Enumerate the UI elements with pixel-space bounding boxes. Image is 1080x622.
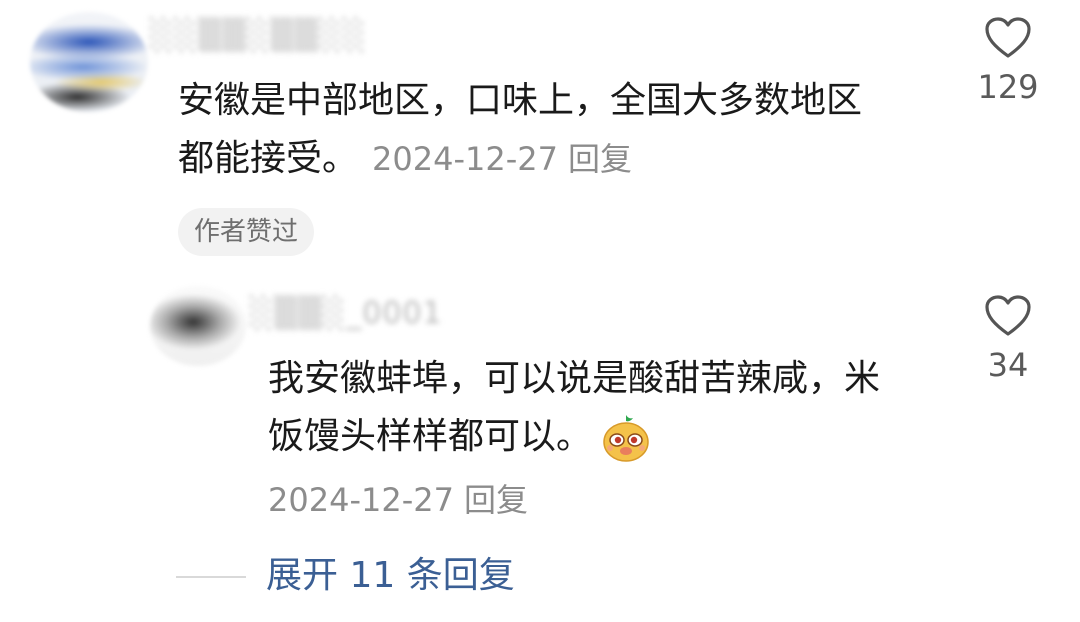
comment-like-button[interactable]: 129 — [973, 16, 1043, 106]
comment-text-line-2-content: 都能接受。 — [178, 138, 359, 179]
heart-outline-icon[interactable] — [984, 16, 1032, 60]
expand-replies-button[interactable]: 展开 11 条回复 — [266, 548, 515, 604]
reply-reply-button[interactable]: 回复 — [464, 481, 528, 519]
comment-reply-button[interactable]: 回复 — [568, 140, 632, 178]
comment-like-count: 129 — [977, 68, 1039, 106]
commenter-name[interactable]: ░░▒▒░▒▒░░ — [150, 18, 367, 53]
reply-meta: 2024-12-27 回复 — [268, 472, 528, 528]
reply-date: 2024-12-27 — [268, 481, 454, 519]
reply-like-count: 34 — [987, 346, 1029, 384]
commenter-avatar[interactable] — [30, 12, 148, 112]
comment-date: 2024-12-27 — [372, 140, 558, 178]
reply-like-button[interactable]: 34 — [973, 294, 1043, 384]
heart-outline-icon[interactable] — [984, 294, 1032, 338]
comment-text-line-2: 都能接受。 2024-12-27 回复 — [178, 130, 862, 188]
comment-thread: ░░▒▒░▒▒░░ 安徽是中部地区，口味上，全国大多数地区 都能接受。 2024-… — [0, 0, 1080, 622]
comment-text-line-1: 安徽是中部地区，口味上，全国大多数地区 — [178, 80, 863, 121]
author-liked-badge: 作者赞过 — [178, 208, 315, 256]
replier-avatar[interactable] — [150, 286, 246, 366]
replier-name[interactable]: ░▒▒░_0001 — [250, 296, 443, 331]
reply-text-line-2-content: 饭馒头样样都可以。 — [268, 416, 593, 457]
reply-text-line-2: 饭馒头样样都可以。 — [268, 408, 880, 466]
comment-body[interactable]: 安徽是中部地区，口味上，全国大多数地区 都能接受。 2024-12-27 回复 — [178, 72, 862, 188]
expand-divider — [176, 576, 246, 578]
reply-body[interactable]: 我安徽蚌埠，可以说是酸甜苦辣咸，米 饭馒头样样都可以。 — [268, 350, 880, 466]
reply-text-line-1: 我安徽蚌埠，可以说是酸甜苦辣咸，米 — [268, 358, 881, 399]
cute-face-sticker-icon — [603, 415, 649, 462]
